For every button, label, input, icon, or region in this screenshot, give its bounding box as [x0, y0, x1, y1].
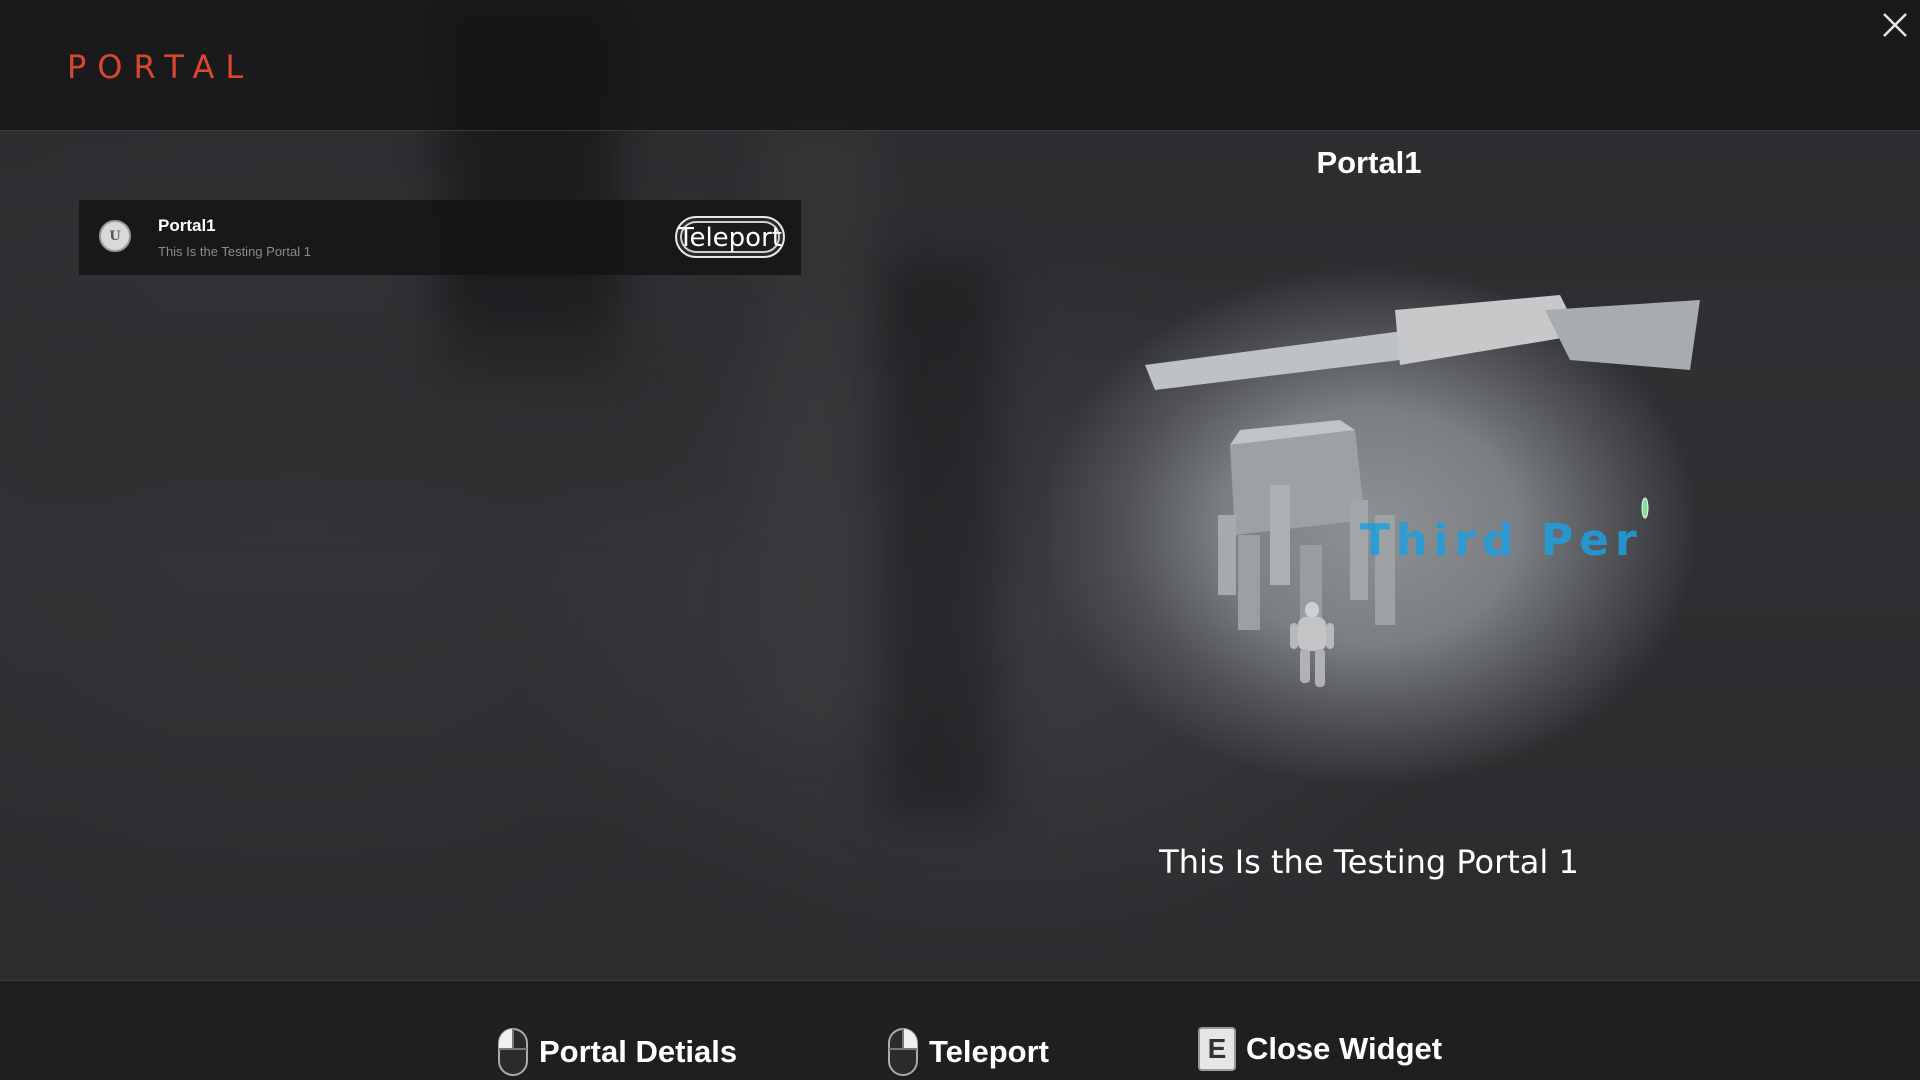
portal-description: This Is the Testing Portal 1	[158, 244, 311, 259]
teleport-button[interactable]: Teleport	[675, 216, 785, 258]
hint-label: Close Widget	[1246, 1031, 1443, 1066]
portal-preview-image: Third Per	[1000, 215, 1740, 815]
mouse-left-icon	[498, 1028, 528, 1076]
header-bar: PORTAL	[0, 0, 1920, 131]
portal-detail-title: Portal1	[1316, 145, 1422, 180]
background-shape	[0, 320, 720, 500]
game-ui-root: PORTAL U Portal1 This Is the Testing Por…	[0, 0, 1920, 1080]
hint-portal-details: Portal Detials	[497, 1027, 737, 1077]
key-e-icon: E	[1198, 1027, 1236, 1071]
preview-overlay-text: Third Per	[1360, 515, 1643, 566]
close-icon[interactable]	[1878, 8, 1912, 42]
hint-label: Teleport	[929, 1034, 1049, 1069]
hint-label: Portal Detials	[539, 1034, 738, 1069]
page-title: PORTAL	[67, 48, 255, 86]
background-shape	[880, 260, 1000, 820]
unreal-logo-icon: U	[99, 220, 131, 252]
footer-bar: Portal Detials Teleport E Close Widget	[0, 980, 1920, 1080]
portal-detail-description: This Is the Testing Portal 1	[1159, 843, 1579, 881]
hint-close-widget: E Close Widget	[1198, 1027, 1442, 1071]
preview-scene: Third Per	[1145, 295, 1700, 687]
hint-teleport: Teleport	[887, 1027, 1049, 1077]
portal-list-item[interactable]: U Portal1 This Is the Testing Portal 1 T…	[79, 200, 801, 275]
portal-name: Portal1	[158, 216, 216, 235]
mouse-right-icon	[888, 1028, 918, 1076]
